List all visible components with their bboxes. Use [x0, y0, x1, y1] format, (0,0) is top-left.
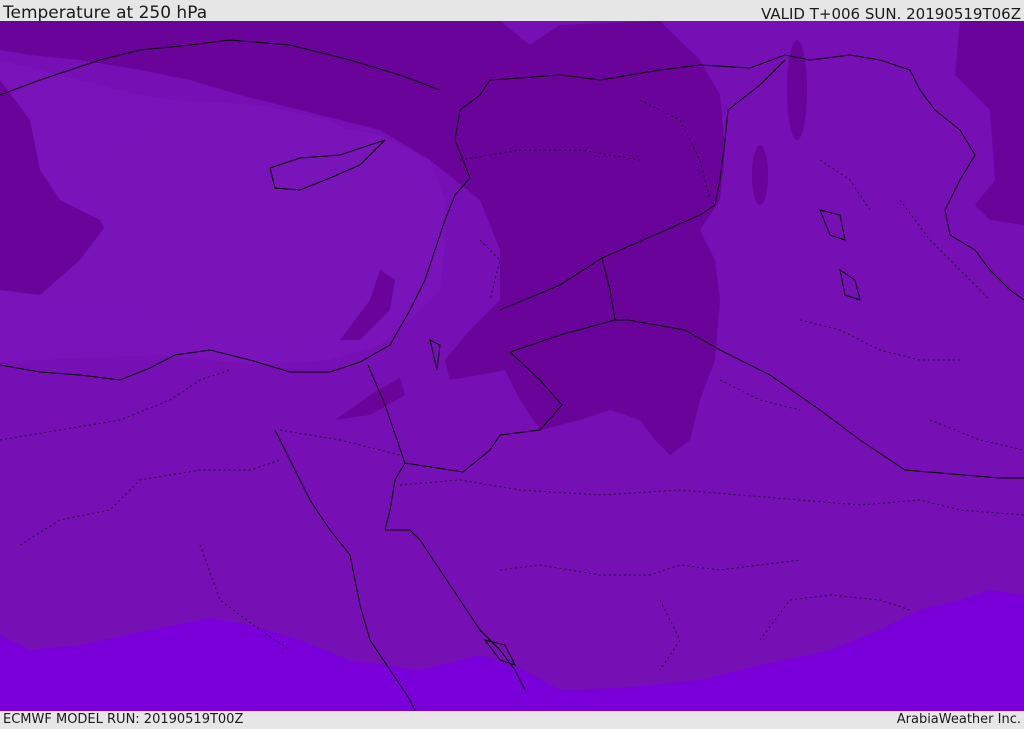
map-header: Temperature at 250 hPa VALID T+006 SUN. … — [0, 0, 1024, 23]
map-footer: ECMWF MODEL RUN: 20190519T00Z ArabiaWeat… — [0, 711, 1024, 729]
credit-label: ArabiaWeather Inc. — [896, 712, 1021, 727]
temperature-map — [0, 21, 1024, 711]
weather-map-frame: Temperature at 250 hPa VALID T+006 SUN. … — [0, 0, 1024, 729]
temperature-map-svg — [0, 21, 1024, 711]
map-title: Temperature at 250 hPa — [3, 3, 208, 23]
temperature-cell-2 — [752, 145, 768, 205]
model-run-label: ECMWF MODEL RUN: 20190519T00Z — [3, 712, 244, 727]
temperature-cell-1 — [787, 40, 807, 140]
